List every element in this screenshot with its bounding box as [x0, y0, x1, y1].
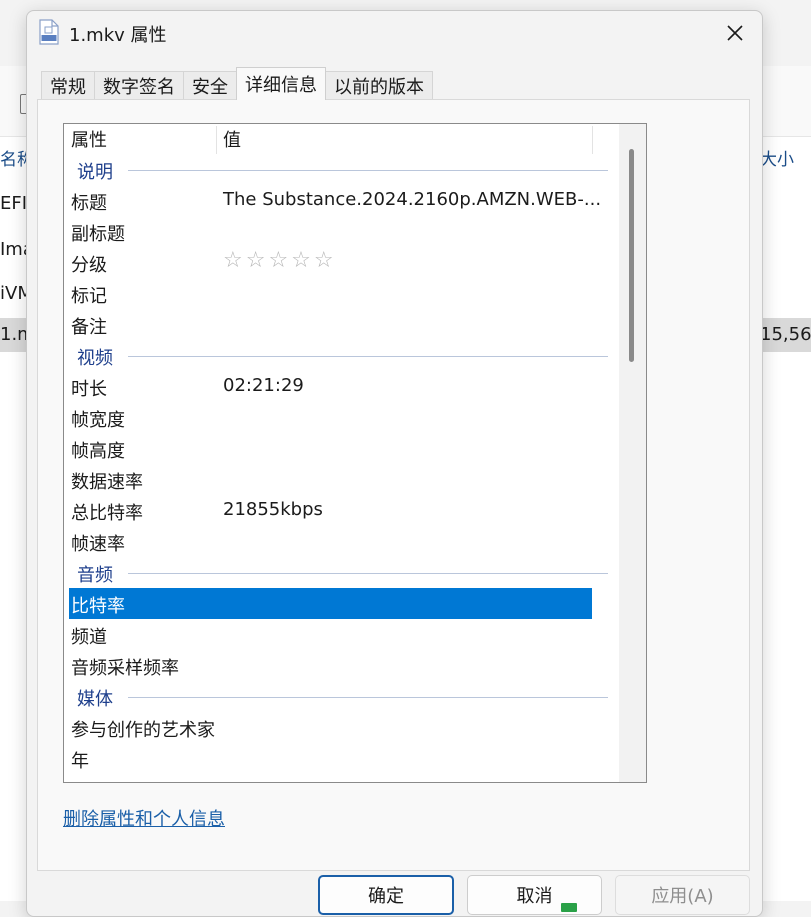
group-divider	[128, 697, 608, 698]
remove-properties-link[interactable]: 删除属性和个人信息	[63, 805, 225, 831]
property-key: 备注	[71, 317, 107, 338]
tab-details[interactable]: 详细信息	[236, 67, 326, 100]
tab-general[interactable]: 常规	[41, 71, 95, 99]
group-divider	[128, 170, 608, 171]
property-row-rating[interactable]: 分级 ☆☆☆☆☆	[64, 247, 619, 278]
group-label: 视频	[77, 348, 113, 369]
property-key: 标记	[71, 286, 107, 307]
property-row-frame-rate[interactable]: 帧速率	[64, 526, 619, 557]
header-value[interactable]: 值	[223, 124, 241, 154]
file-row[interactable]: EFI	[0, 193, 27, 214]
property-row-frame-height[interactable]: 帧高度	[64, 433, 619, 464]
property-key: 年	[71, 751, 89, 772]
scrollbar-thumb[interactable]	[629, 149, 634, 362]
property-row-title[interactable]: 标题 The Substance.2024.2160p.AMZN.WEB-...	[64, 185, 619, 216]
property-key: 频道	[71, 627, 107, 648]
property-rows: 说明 标题 The Substance.2024.2160p.AMZN.WEB-…	[64, 154, 619, 774]
apply-button[interactable]: 应用(A)	[615, 875, 750, 915]
property-key: 时长	[71, 379, 107, 400]
group-divider	[128, 573, 608, 574]
tab-previous-versions[interactable]: 以前的版本	[325, 71, 433, 99]
group-label: 说明	[77, 162, 113, 183]
dialog-title: 1.mkv 属性	[69, 25, 167, 46]
group-divider	[128, 356, 608, 357]
property-value: The Substance.2024.2160p.AMZN.WEB-...	[223, 189, 602, 210]
rating-stars-icon[interactable]: ☆☆☆☆☆	[223, 248, 337, 273]
cursor-icon	[561, 903, 577, 912]
property-key: 比特率	[71, 596, 125, 617]
vertical-scrollbar[interactable]	[619, 124, 646, 782]
property-row-subtitle[interactable]: 副标题	[64, 216, 619, 247]
ok-button[interactable]: 确定	[318, 875, 454, 915]
property-key: 标题	[71, 193, 107, 214]
property-value: 21855kbps	[223, 499, 323, 520]
group-media: 媒体	[64, 681, 619, 712]
details-panel: 属性 值 说明 标题 The Substance.2024.2160p.AMZN…	[37, 99, 750, 871]
column-header-size[interactable]: 大小	[760, 145, 794, 170]
property-row-total-bitrate[interactable]: 总比特率 21855kbps	[64, 495, 619, 526]
group-audio: 音频	[64, 557, 619, 588]
property-key: 副标题	[71, 224, 125, 245]
property-row-frame-width[interactable]: 帧宽度	[64, 402, 619, 433]
cancel-button[interactable]: 取消	[467, 875, 602, 915]
property-key: 数据速率	[71, 472, 143, 493]
group-label: 媒体	[77, 689, 113, 710]
group-description: 说明	[64, 154, 619, 185]
close-icon	[727, 25, 743, 41]
tab-security[interactable]: 安全	[183, 71, 237, 99]
property-key: 帧宽度	[71, 410, 125, 431]
mkv-file-icon	[39, 19, 59, 45]
property-key: 音频采样频率	[71, 658, 179, 679]
list-header: 属性 值	[64, 124, 619, 154]
property-row-bitrate-selected[interactable]: 比特率	[69, 588, 592, 619]
group-video: 视频	[64, 340, 619, 371]
property-key: 分级	[71, 255, 107, 276]
property-key: 帧高度	[71, 441, 125, 462]
property-key: 参与创作的艺术家	[71, 720, 215, 741]
property-row-year[interactable]: 年	[64, 743, 619, 774]
group-label: 音频	[77, 565, 113, 586]
properties-dialog: 1.mkv 属性 常规 数字签名 安全 详细信息 以前的版本 属性 值 说明 标…	[26, 10, 763, 917]
header-separator[interactable]	[592, 126, 593, 154]
property-row-contributing-artists[interactable]: 参与创作的艺术家	[64, 712, 619, 743]
tab-digital-signatures[interactable]: 数字签名	[94, 71, 184, 99]
header-property[interactable]: 属性	[71, 124, 107, 154]
dialog-titlebar[interactable]: 1.mkv 属性	[27, 11, 762, 55]
property-key: 帧速率	[71, 534, 125, 555]
property-row-data-rate[interactable]: 数据速率	[64, 464, 619, 495]
property-row-audio-sample-rate[interactable]: 音频采样频率	[64, 650, 619, 681]
property-key: 总比特率	[71, 503, 143, 524]
property-row-length[interactable]: 时长 02:21:29	[64, 371, 619, 402]
header-separator[interactable]	[216, 126, 217, 154]
tab-strip: 常规 数字签名 安全 详细信息 以前的版本	[41, 67, 433, 100]
property-value: 02:21:29	[223, 375, 304, 396]
property-row-channels[interactable]: 频道	[64, 619, 619, 650]
property-list[interactable]: 属性 值 说明 标题 The Substance.2024.2160p.AMZN…	[63, 123, 647, 783]
close-button[interactable]	[717, 17, 753, 49]
property-row-tags[interactable]: 标记	[64, 278, 619, 309]
property-row-comments[interactable]: 备注	[64, 309, 619, 340]
